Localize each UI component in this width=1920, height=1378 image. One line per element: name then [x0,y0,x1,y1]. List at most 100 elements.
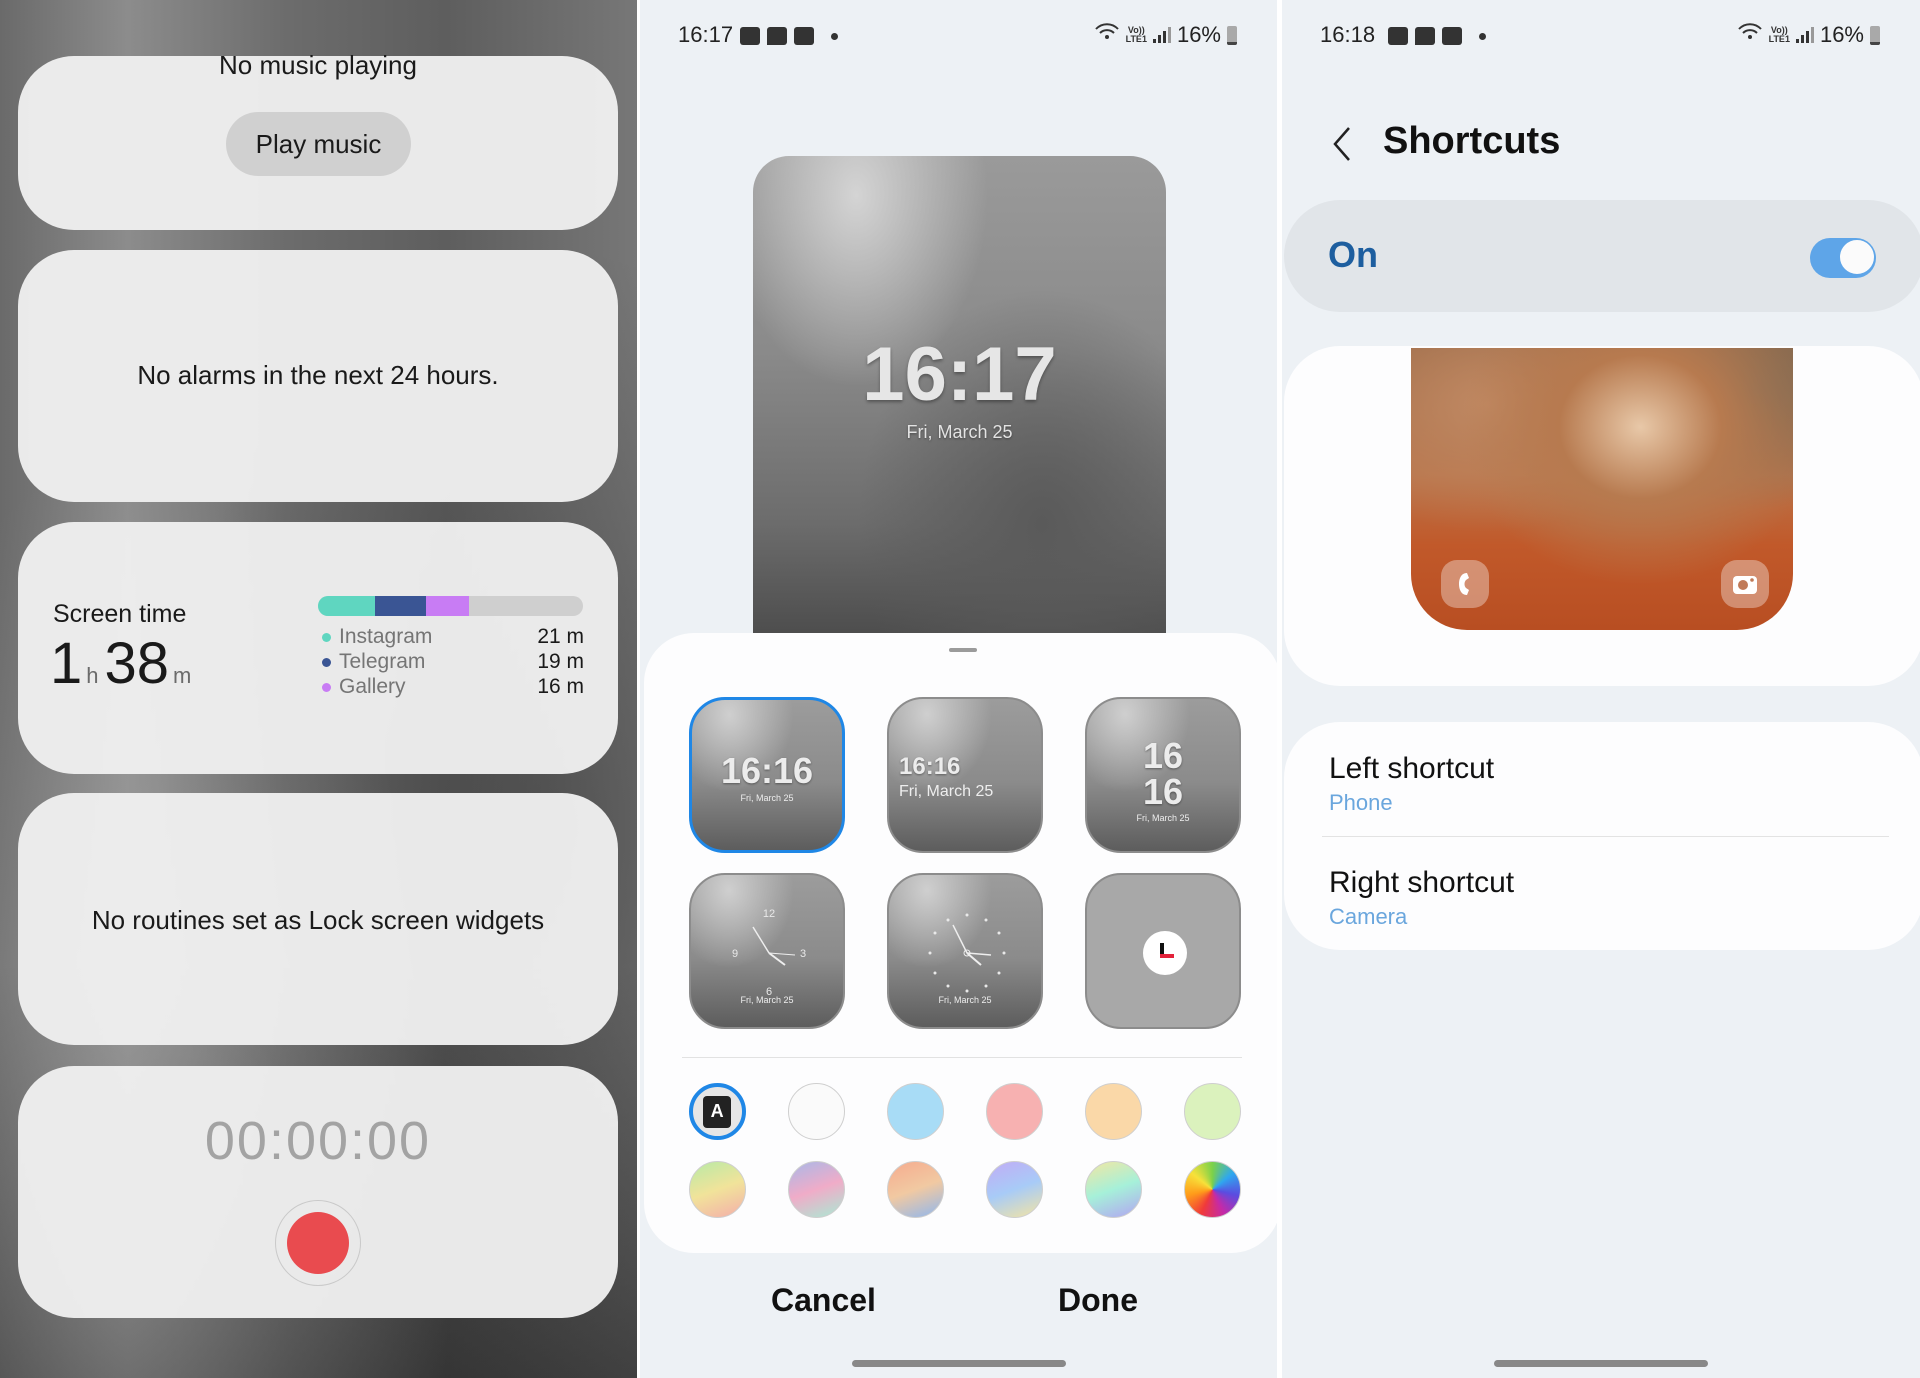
color-swatch-rainbow[interactable] [1184,1161,1242,1218]
master-toggle-switch[interactable] [1810,238,1876,278]
screen-time-usage-bar [318,596,583,616]
screen-time-hours: 1 [50,631,83,696]
preview-clock: 16:17 [862,332,1057,417]
lock-screen-widgets-panel: No music playing Play music No alarms in… [0,0,637,1378]
clock-style-date: Fri, March 25 [1136,813,1190,823]
preview-date: Fri, March 25 [906,422,1013,442]
color-swatch-peach[interactable] [1085,1083,1143,1140]
message-notification-icon [1415,27,1435,45]
youtube-notification-icon [1442,27,1462,45]
analog-clock-numbers-icon: 12369 [732,908,806,998]
gallery-dot-icon [322,682,331,692]
color-swatch-gradient-orange-blue[interactable] [886,1161,944,1218]
lock-screen-preview: 16:17 Fri, March 25 [753,156,1166,646]
youtube-notification-icon [794,27,814,45]
color-swatch-gradient-violet-blue-yellow[interactable] [986,1161,1044,1218]
screen-time-widget[interactable]: Screen time 1 h 38 m Instagram 21 m Telegra… [18,522,618,774]
app-usage-row: Gallery 16 m [322,675,584,699]
status-time: 16:18 [1320,22,1376,47]
toggle-thumb [1839,239,1875,275]
status-bar: 16:17 Vo)) LTE1 16% [640,22,1277,52]
app-usage-row: Telegram 19 m [322,650,584,674]
color-swatch-light-green[interactable] [1184,1083,1242,1140]
record-icon [287,1212,349,1274]
clock-style-analog-dots[interactable]: Fri, March 25 [887,873,1043,1029]
camera-shortcut-icon [1721,560,1769,608]
app-usage-row: Instagram 21 m [322,625,584,649]
signal-icon [1152,27,1171,43]
color-swatch-gradient-yellow-mint-violet[interactable] [1085,1161,1143,1218]
clock-style-date: Fri, March 25 [740,995,794,1005]
done-button[interactable]: Done [1058,1282,1138,1319]
hours-unit: h [86,663,99,688]
right-shortcut-value: Camera [1329,904,1408,929]
message-notification-icon [767,27,787,45]
telegram-dot-icon [322,657,331,667]
sheet-drag-handle[interactable] [949,648,977,652]
left-shortcut-item[interactable]: Left shortcut Phone [1329,752,1889,816]
right-shortcut-item[interactable]: Right shortcut Camera [1329,866,1889,930]
clock-style-time: 16:16 [720,750,814,791]
cancel-button[interactable]: Cancel [771,1282,876,1319]
clock-style-digital-left[interactable]: 16:16 Fri, March 25 [887,697,1043,853]
volte-lte-icon: Vo)) LTE1 [1125,25,1147,44]
app-name: Gallery [339,675,406,698]
clock-style-digital-centered[interactable]: 16:16 Fri, March 25 [689,697,845,853]
screen-time-minutes: 38 [104,631,170,696]
back-button[interactable] [1322,120,1362,170]
clock-app-icon [1143,931,1187,975]
left-shortcut-title: Left shortcut [1329,752,1495,785]
battery-icon [1870,25,1880,45]
home-gesture-bar[interactable] [852,1360,1066,1367]
shortcuts-master-switch-row[interactable]: On [1284,200,1920,312]
chevron-left-icon [1333,126,1350,161]
color-swatch-gradient-green-pink[interactable] [688,1161,746,1218]
more-notifications-icon [1479,32,1486,40]
volte-lte-icon: Vo)) LTE1 [1768,25,1790,44]
app-name: Instagram [339,625,433,648]
color-swatch-gradient-blue-pink-mint[interactable] [787,1161,845,1218]
clock-style-analog-numbers[interactable]: 12 3 6 9 Fri, March 25 [689,873,845,1029]
lock-screen-wallpaper-preview [1411,348,1793,630]
record-button[interactable] [275,1200,361,1286]
usage-segment-telegram [374,596,427,616]
alarm-widget[interactable]: No alarms in the next 24 hours. [18,250,618,502]
routines-message: No routines set as Lock screen widgets [91,905,545,935]
app-time: 19 m [537,650,584,673]
clock-style-date: Fri, March 25 [899,783,994,800]
shortcut-settings-list: Left shortcut Phone Right shortcut Camer… [1284,722,1920,950]
battery-percent: 16% [1176,22,1221,47]
clock-style-minute: 16 [1142,771,1184,812]
usage-segment-gallery [426,596,470,616]
app-name: Telegram [339,650,426,673]
app-time: 21 m [537,625,584,648]
color-swatch-light-blue[interactable] [886,1083,944,1140]
instagram-dot-icon [322,632,331,642]
page-title: Shortcuts [1383,120,1561,162]
wifi-icon [1737,22,1763,48]
svg-text:3: 3 [800,948,806,960]
play-music-button[interactable]: Play music [226,112,411,176]
clock-style-sheet: 16:16 Fri, March 25 16:16 Fri, March 25 … [644,633,1277,1253]
music-status-text: No music playing [219,50,417,80]
left-shortcut-value: Phone [1329,790,1393,815]
music-widget: No music playing Play music [18,50,618,230]
color-swatch-pink[interactable] [986,1083,1044,1140]
list-divider [1322,836,1889,837]
gallery-notification-icon [740,27,760,45]
clock-style-digital-stacked[interactable]: 16 16 Fri, March 25 [1085,697,1241,853]
clock-style-date: Fri, March 25 [740,793,794,803]
alarm-message: No alarms in the next 24 hours. [137,360,499,390]
right-shortcut-title: Right shortcut [1329,866,1515,899]
home-gesture-bar[interactable] [1494,1360,1708,1367]
battery-icon [1227,25,1237,45]
clock-style-app-icon[interactable] [1085,873,1241,1029]
clock-style-panel: 16:17 Vo)) LTE1 16% 16:17 Fri, March 25 1… [640,0,1277,1378]
color-swatch-auto-contrast[interactable]: A [688,1083,746,1140]
wifi-icon [1094,22,1120,48]
shortcuts-settings-panel: 16:18 Vo)) LTE1 16% Shortcuts On Left sh… [1282,0,1920,1378]
routines-widget[interactable]: No routines set as Lock screen widgets [18,793,618,1045]
color-swatch-white[interactable] [787,1083,845,1140]
usage-segment-instagram [318,596,375,616]
screen-time-total: 1 h 38 m [50,630,197,697]
